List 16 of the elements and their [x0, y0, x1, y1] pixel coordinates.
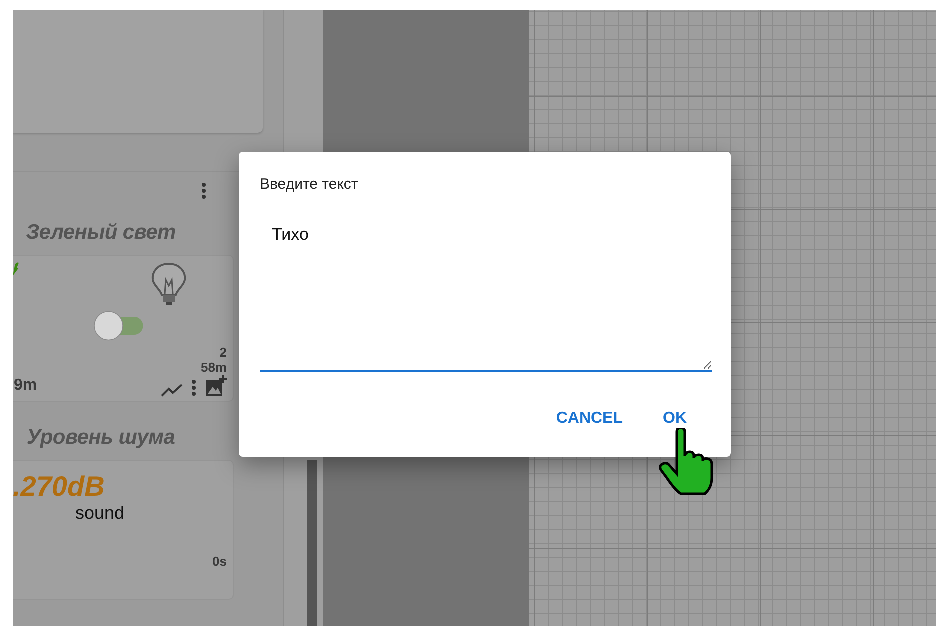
time-label: 9m: [14, 377, 38, 395]
duration-label: 58m: [200, 360, 227, 375]
light-bulb-icon: [149, 262, 189, 306]
widget-title: Зеленый свет: [25, 221, 177, 245]
count-label: 2: [220, 345, 227, 360]
more-icon[interactable]: [191, 379, 197, 397]
dialog-button[interactable]: OK: [657, 406, 693, 432]
sensor-label: sound: [75, 503, 125, 524]
value-text: .270dB: [13, 471, 106, 503]
dialog-button[interactable]: CANCEL: [550, 406, 629, 432]
add-image-icon[interactable]: [205, 375, 227, 397]
line-chart-icon[interactable]: [161, 383, 183, 397]
widget-title: Уровень шума: [26, 426, 176, 450]
more-icon[interactable]: [201, 182, 207, 200]
duration-label: 0s: [212, 554, 227, 569]
dialog-title: Введите текст: [260, 176, 360, 193]
